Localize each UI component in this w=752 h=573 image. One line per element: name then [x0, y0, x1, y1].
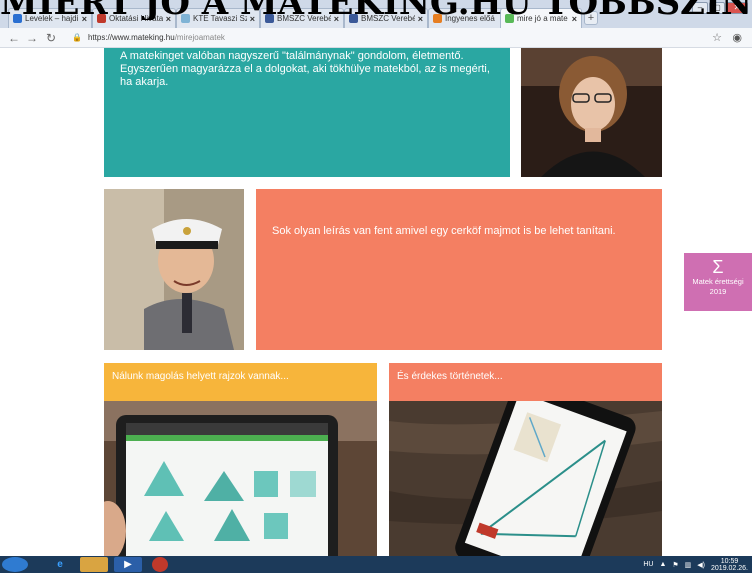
- flag-icon[interactable]: ⚑: [672, 561, 678, 569]
- bookmark-star-icon[interactable]: ☆: [712, 31, 722, 44]
- page-content: A matekinget valóban nagyszerű "találmán…: [0, 48, 752, 556]
- file-explorer-icon[interactable]: [80, 557, 108, 572]
- card-stories: És érdekes történetek...: [389, 363, 662, 556]
- reload-icon[interactable]: ↻: [46, 30, 56, 46]
- badge-line-2: 2019: [709, 287, 727, 296]
- start-button[interactable]: [2, 557, 28, 572]
- quote-tile-2: Sok olyan leírás van fent amivel egy cer…: [256, 189, 662, 350]
- internet-explorer-icon[interactable]: e: [46, 557, 74, 572]
- photo-student-girl: [521, 48, 662, 177]
- back-arrow-icon[interactable]: ←: [8, 30, 20, 46]
- url-input[interactable]: 🔒 https://www.mateking.hu/mirejoamatek: [72, 30, 692, 46]
- clock[interactable]: 10:59 2019.02.26.: [711, 558, 748, 572]
- windows-taskbar: e ▶ HU ▲ ⚑ ▥ ◀) 10:59 2019.02.26.: [0, 556, 752, 573]
- tray-arrow-icon[interactable]: ▲: [659, 561, 666, 568]
- exam-2019-badge[interactable]: Σ Matek érettségi 2019: [684, 253, 752, 311]
- address-bar: ← → ↻ 🔒 https://www.mateking.hu/mirejoam…: [0, 28, 752, 48]
- card-drawings: Nálunk magolás helyett rajzok vannak...: [104, 363, 377, 556]
- lock-icon: 🔒: [72, 33, 82, 42]
- chrome-icon[interactable]: [152, 557, 168, 572]
- network-icon[interactable]: ▥: [685, 561, 692, 569]
- account-icon[interactable]: ◉: [732, 31, 742, 44]
- card-stories-title: És érdekes történetek...: [397, 371, 503, 382]
- forward-arrow-icon[interactable]: →: [26, 30, 38, 46]
- quote-tile-1: A matekinget valóban nagyszerű "találmán…: [104, 48, 510, 177]
- phone-stories-image: [389, 401, 662, 556]
- badge-line-1: Matek érettségi: [692, 277, 744, 286]
- photo-student-captain: [104, 189, 244, 350]
- sigma-icon: Σ: [712, 257, 724, 277]
- volume-icon[interactable]: ◀): [697, 561, 705, 569]
- tablet-drawings-image: [104, 401, 377, 556]
- quote-text-1: A matekinget valóban nagyszerű "találmán…: [120, 50, 490, 88]
- media-player-icon[interactable]: ▶: [114, 557, 142, 572]
- overlay-heading: MIÉRT JÓ A MATEKING.HU TÖBBSZINTŰ FELKÉS…: [0, 0, 752, 20]
- language-indicator[interactable]: HU: [643, 561, 653, 568]
- card-drawings-title: Nálunk magolás helyett rajzok vannak...: [112, 371, 289, 382]
- quote-text-2: Sok olyan leírás van fent amivel egy cer…: [272, 225, 616, 237]
- system-tray: HU ▲ ⚑ ▥ ◀) 10:59 2019.02.26.: [643, 557, 748, 572]
